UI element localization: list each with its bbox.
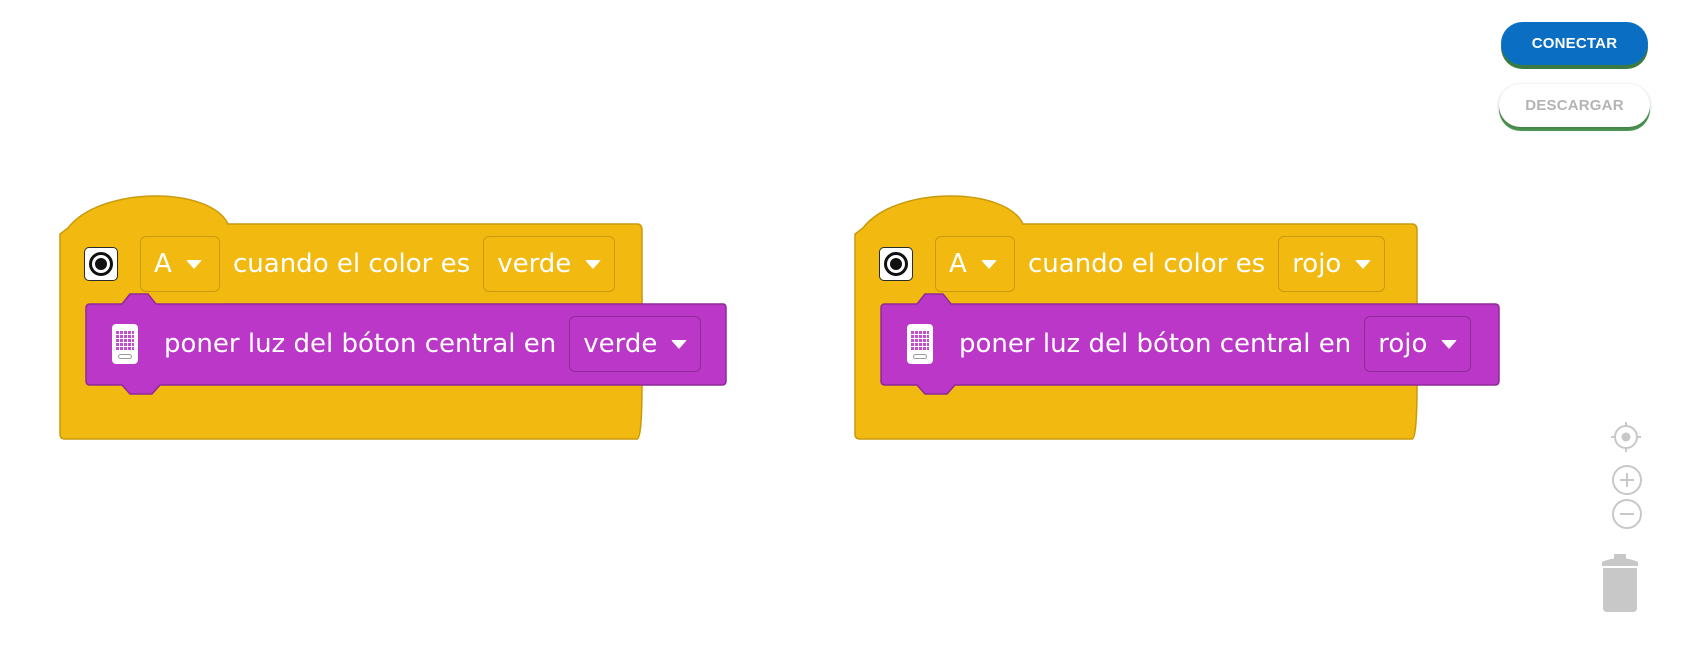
color-dropdown[interactable]: rojo: [1278, 236, 1386, 292]
event-block-stack-1[interactable]: A cuando el color es verde poner luz del…: [59, 194, 760, 454]
chevron-down-icon: [185, 259, 202, 269]
chevron-down-icon: [1441, 339, 1458, 349]
port-dropdown[interactable]: A: [140, 236, 220, 292]
light-color-dropdown[interactable]: rojo: [1364, 316, 1472, 372]
light-color-dropdown-value: verde: [583, 329, 658, 359]
color-sensor-icon: [879, 247, 913, 281]
light-color-dropdown-value: rojo: [1378, 329, 1428, 359]
light-color-dropdown[interactable]: verde: [569, 316, 702, 372]
chevron-down-icon: [1355, 259, 1372, 269]
action-block-row: poner luz del bóton central en verde: [112, 316, 702, 372]
zoom-in-icon[interactable]: [1611, 464, 1643, 496]
trash-icon[interactable]: [1600, 554, 1640, 612]
action-block-label: poner luz del bóton central en: [959, 329, 1352, 359]
crosshair-icon[interactable]: [1610, 421, 1642, 453]
event-block-label: cuando el color es: [1028, 249, 1266, 279]
download-button[interactable]: DESCARGAR: [1499, 84, 1650, 127]
color-dropdown-value: verde: [497, 249, 572, 279]
action-block-label: poner luz del bóton central en: [164, 329, 557, 359]
action-block-row: poner luz del bóton central en rojo: [907, 316, 1472, 372]
color-sensor-icon: [84, 247, 118, 281]
zoom-out-icon[interactable]: [1611, 498, 1643, 530]
color-dropdown[interactable]: verde: [483, 236, 616, 292]
color-dropdown-value: rojo: [1292, 249, 1342, 279]
code-workspace[interactable]: CONECTAR DESCARGAR A cuando el color es …: [0, 0, 1683, 650]
chevron-down-icon: [980, 259, 997, 269]
connect-button[interactable]: CONECTAR: [1501, 22, 1648, 65]
chevron-down-icon: [671, 339, 688, 349]
port-dropdown-value: A: [949, 249, 967, 279]
chevron-down-icon: [585, 259, 602, 269]
hub-icon: [112, 324, 138, 364]
hub-icon: [907, 324, 933, 364]
event-block-label: cuando el color es: [233, 249, 471, 279]
event-block-stack-2[interactable]: A cuando el color es rojo poner luz del …: [854, 194, 1555, 454]
event-block-row: A cuando el color es verde: [84, 236, 616, 292]
port-dropdown[interactable]: A: [935, 236, 1015, 292]
port-dropdown-value: A: [154, 249, 172, 279]
event-block-row: A cuando el color es rojo: [879, 236, 1386, 292]
